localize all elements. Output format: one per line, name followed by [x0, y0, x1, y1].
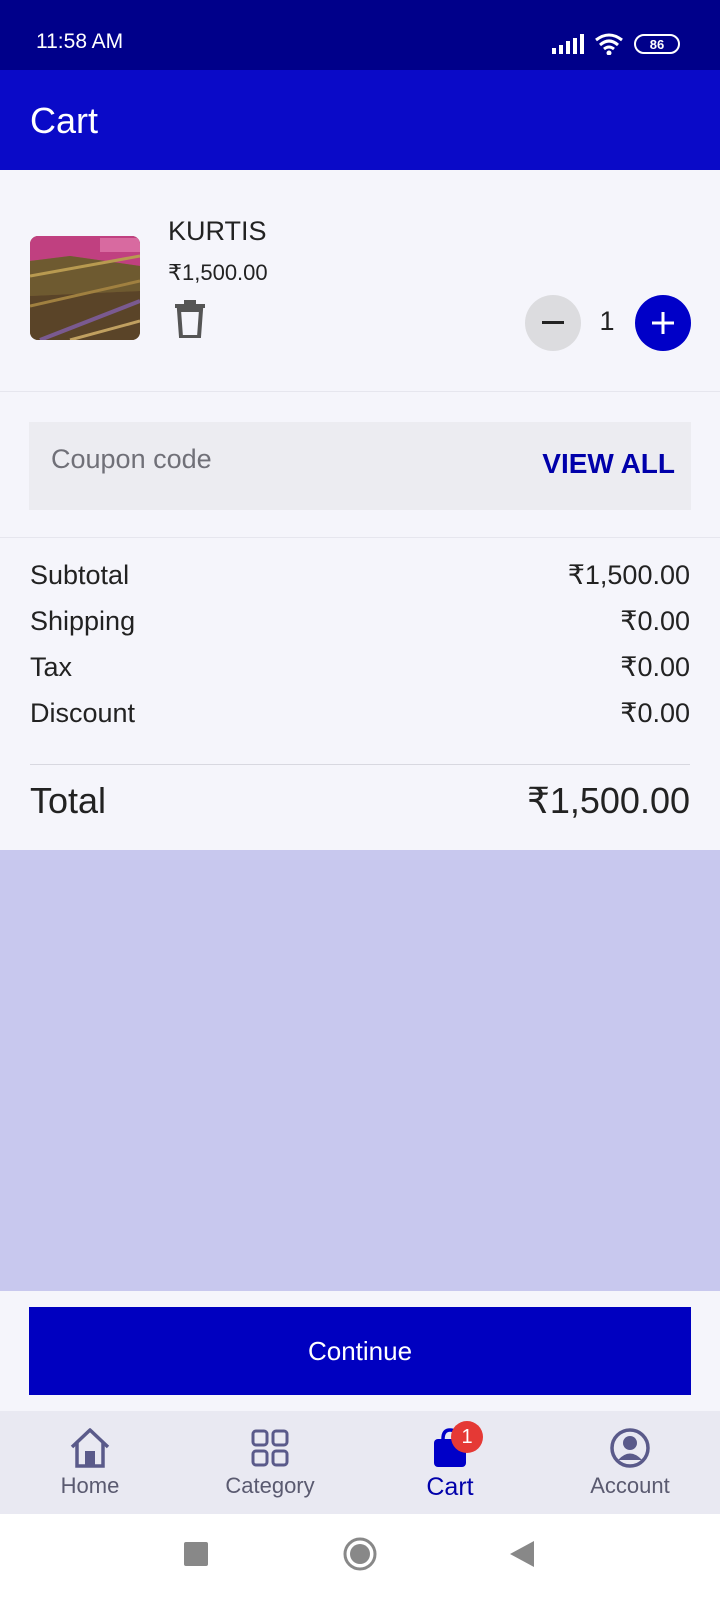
home-system-button[interactable] — [340, 1534, 380, 1574]
wifi-icon — [595, 33, 623, 55]
signal-icon — [552, 34, 584, 54]
total-row: Total ₹1,500.00 — [30, 780, 690, 828]
nav-item-cart[interactable]: 1 Cart — [360, 1411, 540, 1514]
bottom-navigation: Home Category 1 Cart Account — [0, 1411, 720, 1514]
quantity-increase-button[interactable] — [635, 295, 691, 351]
cart-badge: 1 — [451, 1421, 483, 1453]
system-navigation-bar — [0, 1514, 720, 1600]
product-name[interactable]: KURTIS — [168, 216, 267, 247]
nav-label-account: Account — [590, 1473, 670, 1498]
tax-value: ₹0.00 — [620, 652, 690, 682]
tax-row: Tax ₹0.00 — [30, 652, 690, 688]
cart-item: KURTIS ₹1,500.00 1 — [0, 170, 720, 392]
status-bar: 11:58 AM 86 — [0, 0, 720, 70]
product-thumbnail[interactable] — [30, 236, 140, 340]
shipping-label: Shipping — [30, 606, 136, 636]
product-price: ₹1,500.00 — [168, 260, 268, 285]
nav-item-home[interactable]: Home — [0, 1411, 180, 1514]
continue-button[interactable]: Continue — [29, 1307, 691, 1395]
recents-button[interactable] — [176, 1534, 216, 1574]
home-icon — [67, 1425, 113, 1471]
back-triangle-icon — [510, 1541, 534, 1567]
continue-section: Continue — [0, 1291, 720, 1411]
view-all-coupons-button[interactable]: VIEW ALL — [542, 448, 675, 480]
quantity-value: 1 — [599, 306, 615, 336]
nav-label-home: Home — [60, 1473, 120, 1498]
subtotal-value: ₹1,500.00 — [567, 560, 690, 590]
coupon-field[interactable]: Coupon code VIEW ALL — [29, 422, 691, 510]
delete-button[interactable] — [174, 300, 206, 339]
order-summary: Subtotal ₹1,500.00 Shipping ₹0.00 Tax ₹0… — [0, 538, 720, 850]
battery-level: 86 — [649, 36, 665, 52]
nav-item-account[interactable]: Account — [540, 1411, 720, 1514]
total-value: ₹1,500.00 — [526, 780, 690, 821]
nav-label-category: Category — [225, 1473, 315, 1498]
square-icon — [184, 1542, 208, 1566]
shipping-value: ₹0.00 — [620, 606, 690, 636]
battery-icon: 86 — [634, 34, 680, 54]
discount-row: Discount ₹0.00 — [30, 698, 690, 734]
account-icon — [607, 1425, 653, 1471]
nav-item-category[interactable]: Category — [180, 1411, 360, 1514]
shopping-bag-icon: 1 — [427, 1421, 483, 1471]
discount-value: ₹0.00 — [620, 698, 690, 728]
app-bar: Cart — [0, 70, 720, 170]
minus-icon — [542, 321, 564, 324]
summary-divider — [30, 764, 690, 765]
discount-label: Discount — [30, 698, 136, 728]
status-time: 11:58 AM — [36, 30, 124, 53]
subtotal-row: Subtotal ₹1,500.00 — [30, 560, 690, 596]
subtotal-label: Subtotal — [30, 560, 130, 590]
back-button[interactable] — [502, 1534, 542, 1574]
trash-icon — [175, 300, 205, 339]
grid-icon — [247, 1425, 293, 1471]
status-icons: 86 — [552, 32, 680, 56]
circle-icon — [343, 1537, 377, 1571]
plus-icon — [652, 312, 674, 334]
tax-label: Tax — [30, 652, 73, 682]
shipping-row: Shipping ₹0.00 — [30, 606, 690, 642]
page-title: Cart — [30, 100, 99, 141]
quantity-decrease-button[interactable] — [525, 295, 581, 351]
nav-label-cart: Cart — [426, 1473, 474, 1501]
total-label: Total — [30, 780, 107, 821]
coupon-section: Coupon code VIEW ALL — [0, 392, 720, 538]
coupon-input[interactable]: Coupon code — [51, 444, 212, 475]
empty-area — [0, 850, 720, 1291]
